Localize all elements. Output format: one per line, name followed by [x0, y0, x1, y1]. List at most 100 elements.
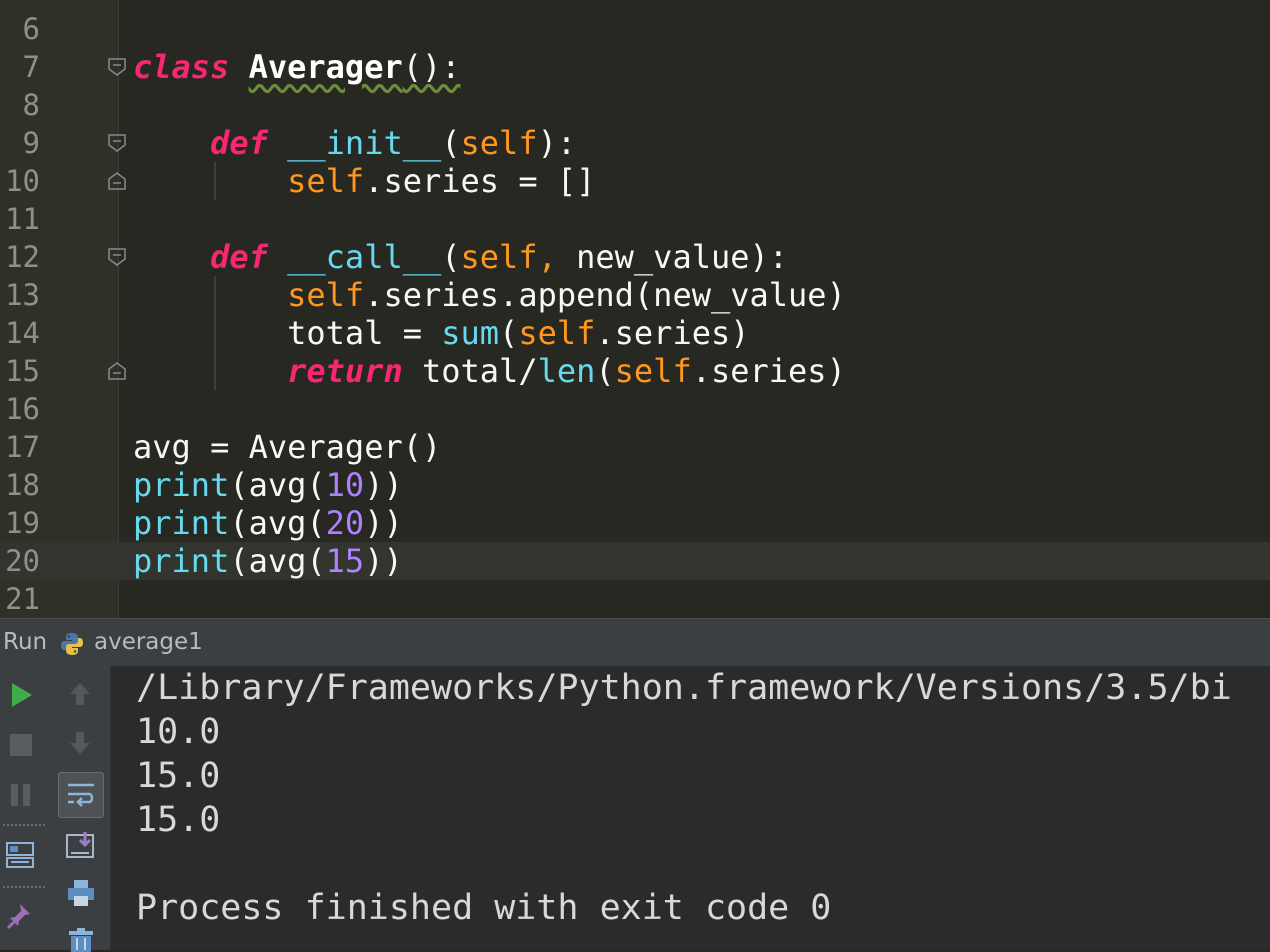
console-output-line: 10.0 — [136, 712, 221, 752]
soft-wrap-button[interactable] — [58, 772, 104, 818]
fold-close-icon[interactable] — [107, 361, 127, 381]
line-number: 9 — [22, 126, 40, 160]
code-line: 7 class Averager(): — [0, 48, 1270, 86]
keyword: class — [133, 48, 230, 86]
code-token: .series) — [595, 314, 750, 352]
code-token: )) — [364, 542, 403, 580]
code-token: ( — [499, 314, 519, 352]
number-literal: 20 — [325, 504, 365, 542]
function-name: __init__ — [287, 124, 442, 162]
code-text[interactable]: total = sum(self.series) — [133, 314, 750, 352]
code-token: (avg( — [229, 542, 326, 580]
keyword: def — [210, 124, 268, 162]
code-token: .series) — [691, 352, 846, 390]
code-token: ( — [441, 238, 461, 276]
code-text[interactable]: class Averager(): — [133, 48, 461, 86]
code-token: (avg( — [229, 504, 326, 542]
pause-icon[interactable] — [9, 782, 33, 808]
line-number: 7 — [22, 50, 40, 84]
code-text[interactable]: self.series.append(new_value) — [133, 276, 846, 314]
soft-wrap-icon — [68, 783, 94, 807]
code-text[interactable]: avg = Averager() — [133, 428, 441, 466]
builtin-name: print — [133, 542, 230, 580]
code-text[interactable]: return total/len(self.series) — [133, 352, 846, 390]
toolbar-separator — [3, 886, 45, 888]
code-text[interactable]: def __init__(self): — [133, 124, 576, 162]
console-exit-message: Process finished with exit code 0 — [136, 888, 832, 928]
stop-icon[interactable] — [8, 732, 34, 758]
up-arrow-icon[interactable] — [67, 680, 93, 708]
line-number: 11 — [5, 202, 40, 236]
trash-icon[interactable] — [67, 928, 95, 952]
toolbar-separator — [3, 824, 45, 826]
code-token: )) — [364, 466, 403, 504]
line-number: 12 — [5, 240, 40, 274]
run-icon[interactable] — [9, 681, 35, 709]
line-number: 13 — [5, 278, 40, 312]
code-line: 19 print(avg(20)) — [0, 504, 1270, 542]
self-token: self — [614, 352, 692, 390]
line-number: 19 — [5, 506, 40, 540]
number-literal: 10 — [325, 466, 365, 504]
scroll-to-end-icon[interactable] — [65, 830, 97, 860]
code-text[interactable]: self.series = [] — [133, 162, 595, 200]
code-token: total = — [287, 314, 442, 352]
keyword: def — [210, 238, 268, 276]
fold-open-icon[interactable] — [107, 133, 127, 153]
code-token: )) — [364, 504, 403, 542]
pin-icon[interactable] — [6, 900, 36, 930]
line-number: 8 — [22, 88, 40, 122]
code-line: 14 total = sum(self.series) — [0, 314, 1270, 352]
code-text[interactable]: print(avg(15)) — [133, 542, 403, 580]
run-tab-label[interactable]: Run — [3, 629, 47, 655]
fold-close-icon[interactable] — [107, 171, 127, 191]
code-token: ( — [595, 352, 615, 390]
code-line: 15 return total/len(self.series) — [0, 352, 1270, 390]
run-console: /Library/Frameworks/Python.framework/Ver… — [0, 666, 1270, 952]
line-number: 18 — [5, 468, 40, 502]
code-token: total/ — [402, 352, 538, 390]
fold-open-icon[interactable] — [107, 57, 127, 77]
code-line: 9 def __init__(self): — [0, 124, 1270, 162]
keyword: return — [287, 352, 403, 390]
code-text[interactable]: print(avg(10)) — [133, 466, 403, 504]
line-number: 21 — [5, 582, 40, 616]
current-line: 20 print(avg(15)) — [0, 542, 1270, 580]
number-literal: 15 — [325, 542, 365, 580]
code-token: ( — [441, 124, 461, 162]
code-line: 21 — [0, 580, 1270, 618]
layout-icon[interactable] — [5, 840, 35, 870]
code-token: new_value): — [556, 238, 789, 276]
self-token: self, — [460, 238, 557, 276]
code-line: 18 print(avg(10)) — [0, 466, 1270, 504]
code-line: 13 self.series.append(new_value) — [0, 276, 1270, 314]
builtin-name: len — [537, 352, 596, 390]
fold-open-icon[interactable] — [107, 247, 127, 267]
class-name: Averager — [248, 48, 403, 86]
code-token: ): — [537, 124, 577, 162]
print-icon[interactable] — [65, 878, 97, 908]
run-config-name[interactable]: average1 — [94, 629, 203, 655]
console-output-line: 15.0 — [136, 800, 221, 840]
code-editor[interactable]: 6 7 class Averager(): 8 9 def __init__(s… — [0, 0, 1270, 618]
code-line: 8 — [0, 86, 1270, 124]
line-number: 20 — [5, 544, 40, 578]
line-number: 10 — [5, 164, 40, 198]
code-line: 10 self.series = [] — [0, 162, 1270, 200]
function-name: __call__ — [287, 238, 442, 276]
code-text[interactable]: def __call__(self, new_value): — [133, 238, 788, 276]
self-token: self — [287, 276, 365, 314]
code-token: (avg( — [229, 466, 326, 504]
line-number: 14 — [5, 316, 40, 350]
down-arrow-icon[interactable] — [67, 729, 93, 757]
line-number: 6 — [22, 12, 40, 46]
code-text[interactable]: print(avg(20)) — [133, 504, 403, 542]
code-token: (): — [402, 48, 461, 86]
console-toolbar — [50, 666, 111, 952]
run-panel-header: Run average1 — [0, 618, 1270, 668]
python-icon — [61, 633, 83, 655]
code-line: 12 def __call__(self, new_value): — [0, 238, 1270, 276]
line-number: 16 — [5, 392, 40, 426]
builtin-name: print — [133, 504, 230, 542]
code-line: 16 — [0, 390, 1270, 428]
